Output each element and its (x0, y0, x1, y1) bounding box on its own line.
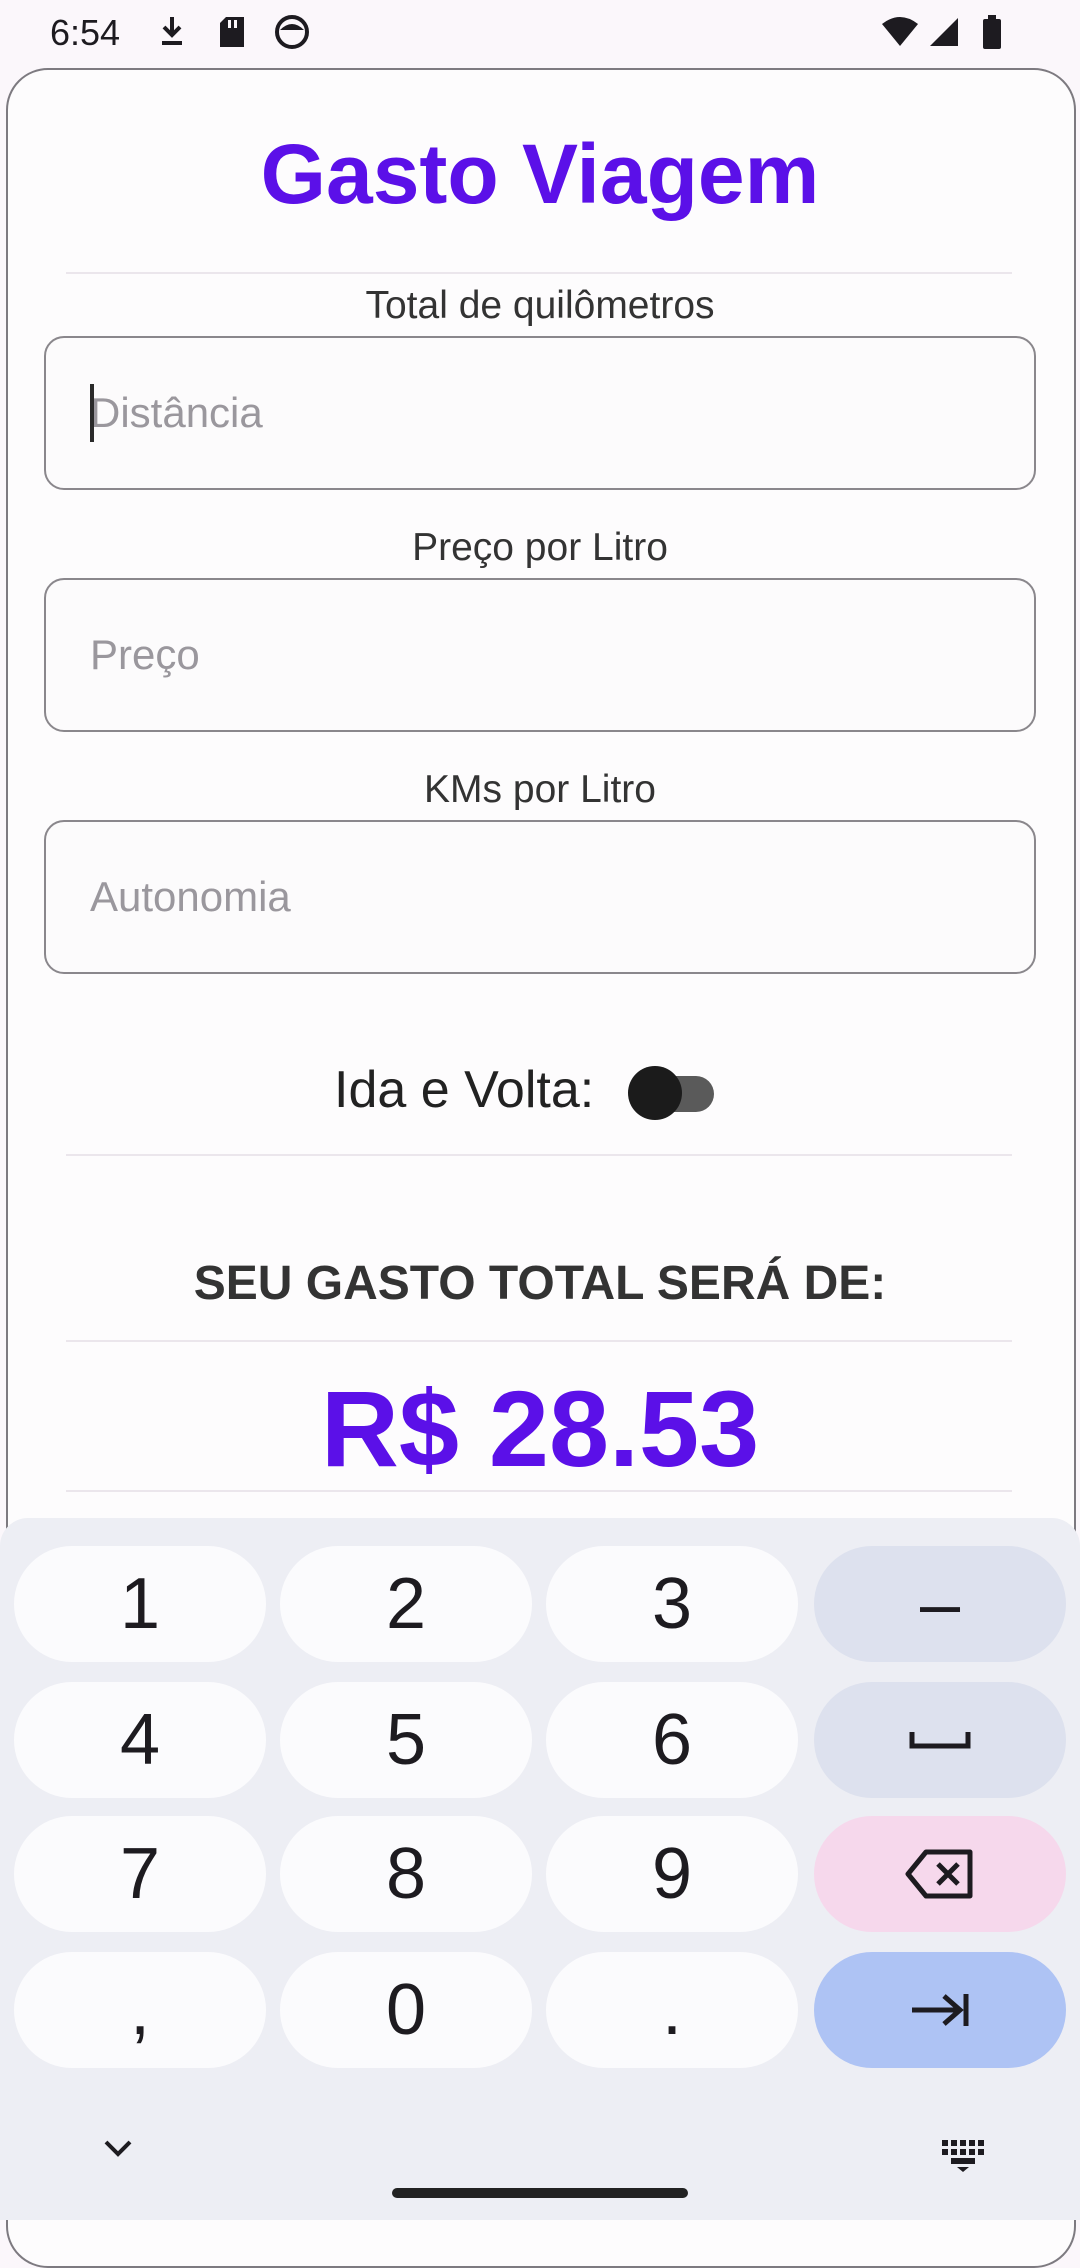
page-title: Gasto Viagem (260, 127, 820, 221)
status-time: 6:54 (50, 12, 121, 53)
key-comma[interactable]: , (14, 1952, 266, 2068)
space-icon (909, 1732, 971, 1749)
battery-icon (982, 14, 1002, 50)
divider (66, 1490, 1012, 1492)
round-trip-switch-thumb[interactable] (628, 1066, 682, 1120)
divider (66, 1154, 1012, 1156)
key-next[interactable] (814, 1952, 1066, 2068)
next-field-icon (912, 1994, 969, 2026)
key-minus[interactable]: – (814, 1546, 1066, 1662)
divider (66, 272, 1012, 274)
home-gesture-bar[interactable] (392, 2188, 688, 2198)
face-icon (274, 14, 310, 50)
round-trip-row: Ida e Volta: (0, 1054, 1080, 1134)
key-space[interactable] (814, 1682, 1066, 1798)
key-5[interactable]: 5 (280, 1682, 532, 1798)
key-3[interactable]: 3 (546, 1546, 798, 1662)
price-field[interactable] (44, 578, 1036, 732)
keyboard-switch-icon[interactable] (940, 2138, 986, 2177)
result-value: R$ 28.53 (320, 1368, 760, 1489)
backspace-icon (905, 1849, 973, 1899)
sd-card-icon (218, 14, 246, 50)
result-heading: SEU GASTO TOTAL SERÁ DE: (193, 1257, 887, 1310)
hide-keyboard-chevron-down-icon[interactable] (100, 2136, 136, 2165)
key-9[interactable]: 9 (546, 1816, 798, 1932)
price-label: Preço por Litro (412, 526, 668, 569)
key-8[interactable]: 8 (280, 1816, 532, 1932)
key-6[interactable]: 6 (546, 1682, 798, 1798)
price-input[interactable] (90, 580, 990, 730)
wifi-icon (880, 14, 920, 50)
autonomy-label: KMs por Litro (424, 768, 656, 811)
distance-input[interactable] (90, 338, 990, 488)
distance-label: Total de quilômetros (365, 284, 715, 327)
download-icon (158, 14, 186, 50)
key-2[interactable]: 2 (280, 1546, 532, 1662)
distance-field[interactable] (44, 336, 1036, 490)
key-4[interactable]: 4 (14, 1682, 266, 1798)
autonomy-input[interactable] (90, 822, 990, 972)
text-cursor (90, 384, 94, 442)
status-bar: 6:54 (0, 0, 1080, 66)
signal-icon (928, 14, 960, 50)
key-0[interactable]: 0 (280, 1952, 532, 2068)
round-trip-label: Ida e Volta: (334, 1061, 595, 1119)
key-7[interactable]: 7 (14, 1816, 266, 1932)
divider (66, 1340, 1012, 1342)
key-backspace[interactable] (814, 1816, 1066, 1932)
autonomy-field[interactable] (44, 820, 1036, 974)
key-period[interactable]: . (546, 1952, 798, 2068)
key-1[interactable]: 1 (14, 1546, 266, 1662)
